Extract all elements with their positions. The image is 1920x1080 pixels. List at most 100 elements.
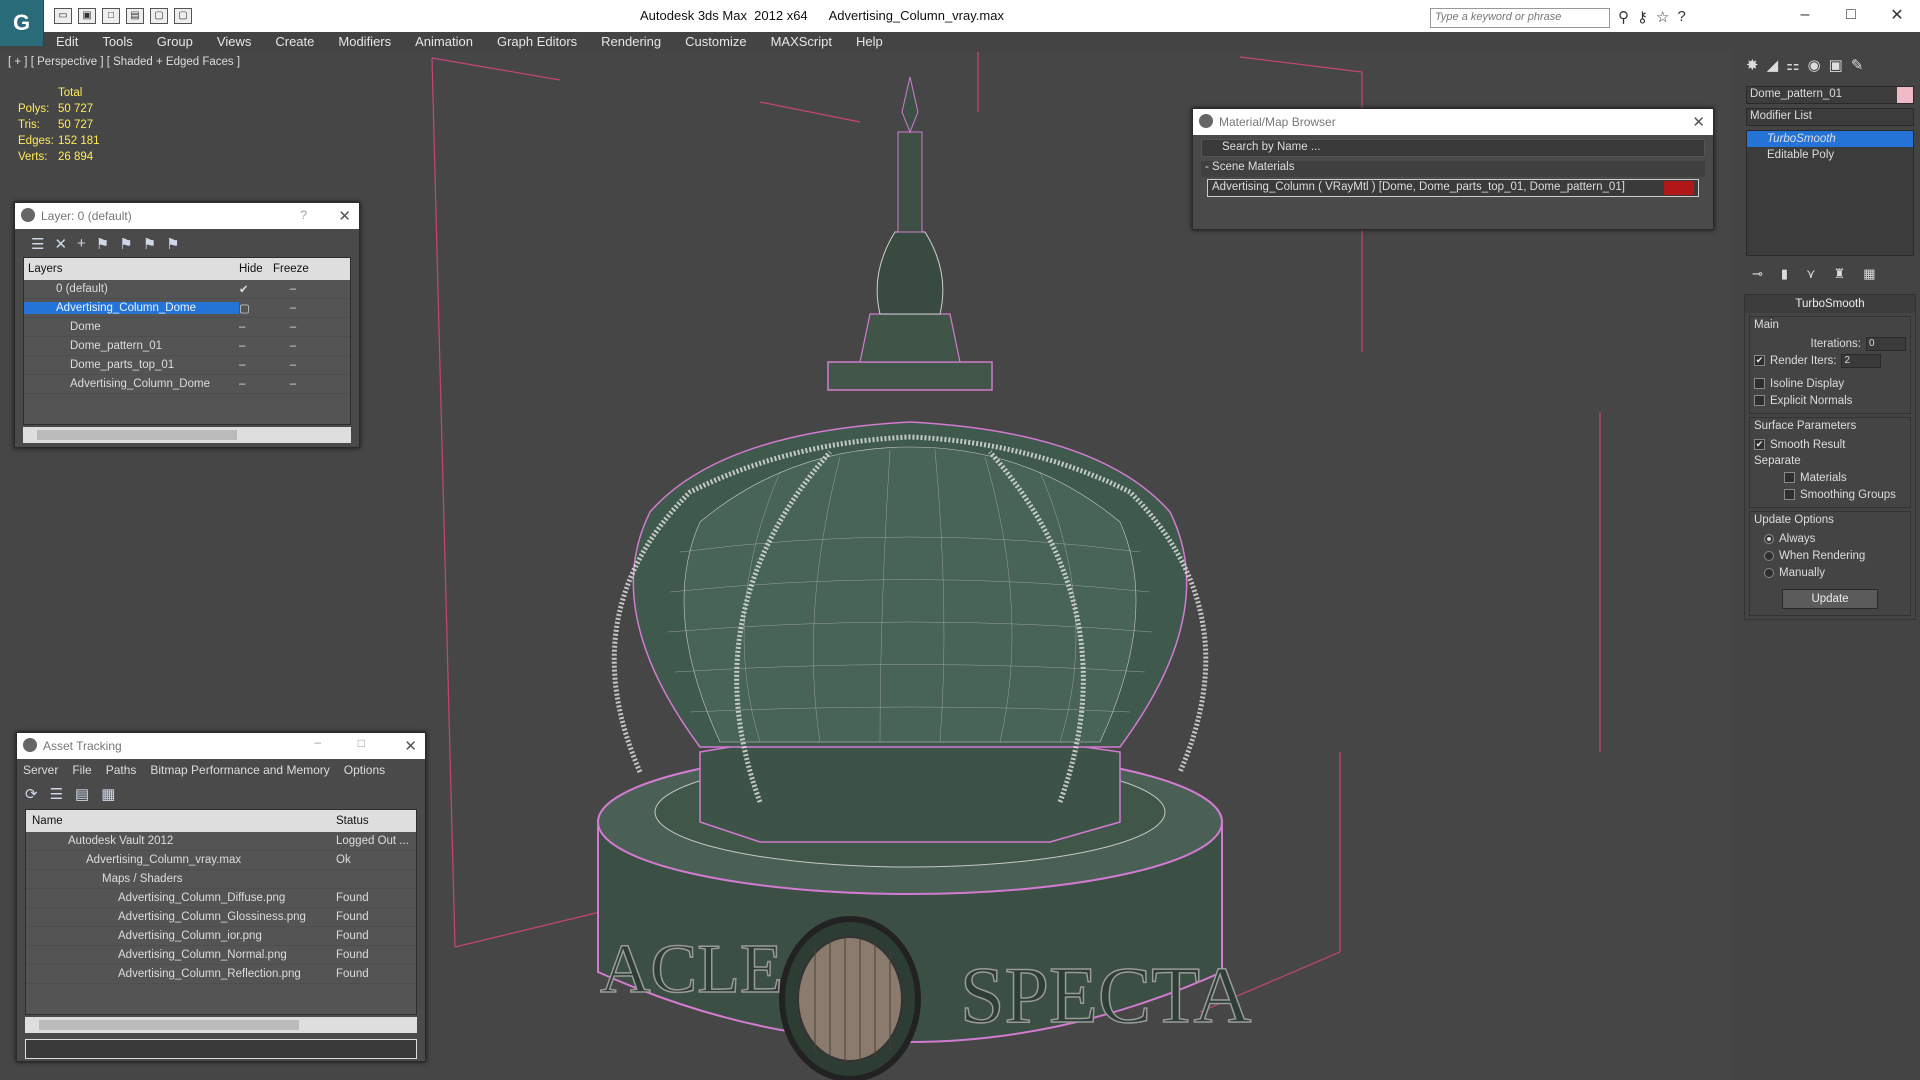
smoothing-groups-checkbox[interactable] <box>1784 489 1795 500</box>
always-radio[interactable] <box>1764 533 1774 544</box>
object-name-field[interactable]: Dome_pattern_01 <box>1746 86 1914 104</box>
manually-radio[interactable] <box>1764 567 1774 578</box>
motion-tab-icon[interactable]: ◉ <box>1808 56 1821 78</box>
asset-row[interactable]: Advertising_Column_Normal.png Found <box>26 946 416 965</box>
hold-icon[interactable]: ▤ <box>126 8 144 24</box>
binoculars-icon[interactable]: ⚲ <box>1618 8 1629 26</box>
search-input[interactable]: Type a keyword or phrase <box>1430 8 1610 28</box>
col-hide[interactable]: Hide <box>239 263 273 275</box>
smooth-result-checkbox[interactable]: ✔ <box>1754 439 1765 450</box>
refresh-icon[interactable]: ⟳ <box>25 785 38 805</box>
materials-checkbox[interactable] <box>1784 472 1795 483</box>
when-rendering-radio[interactable] <box>1764 550 1774 561</box>
maximize-icon[interactable]: □ <box>358 736 365 750</box>
render-iters-checkbox[interactable]: ✔ <box>1754 355 1765 366</box>
remove-modifier-icon[interactable]: ♜ <box>1834 266 1846 281</box>
asset-scrollbar[interactable] <box>25 1017 417 1033</box>
folder-icon[interactable]: ▤ <box>75 785 89 805</box>
object-color-swatch[interactable] <box>1897 87 1913 103</box>
hide-toggle[interactable]: – <box>239 378 273 390</box>
menu-rendering[interactable]: Rendering <box>589 32 673 52</box>
isoline-checkbox[interactable] <box>1754 378 1765 389</box>
check-icon[interactable]: ✔ <box>239 282 273 296</box>
freeze-toggle[interactable]: – <box>273 359 313 371</box>
stack-item-editable-poly[interactable]: Editable Poly <box>1747 147 1913 163</box>
col-freeze[interactable]: Freeze <box>273 263 313 275</box>
hierarchy-tab-icon[interactable]: ⚏ <box>1786 56 1799 78</box>
freeze-toggle[interactable]: – <box>273 321 313 333</box>
asset-row[interactable]: Autodesk Vault 2012 Logged Out ... <box>26 832 416 851</box>
menu-modifiers[interactable]: Modifiers <box>326 32 403 52</box>
create-tab-icon[interactable]: ✸ <box>1746 56 1759 78</box>
freeze-all-icon[interactable]: ⚑ <box>166 235 179 253</box>
help-icon[interactable]: ? <box>300 208 307 222</box>
menu-tools[interactable]: Tools <box>90 32 144 52</box>
freeze-toggle[interactable]: – <box>273 340 313 352</box>
close-icon[interactable]: ✕ <box>1692 113 1705 131</box>
asset-menu-file[interactable]: File <box>72 763 91 777</box>
help-icon[interactable]: ? <box>1677 8 1685 26</box>
asset-row[interactable]: Maps / Shaders <box>26 870 416 889</box>
asset-path-field[interactable] <box>25 1039 417 1059</box>
asset-row[interactable]: Advertising_Column_Diffuse.png Found <box>26 889 416 908</box>
minimize-icon[interactable]: – <box>1782 0 1828 30</box>
asset-row[interactable]: Advertising_Column_vray.max Ok <box>26 851 416 870</box>
menu-help[interactable]: Help <box>844 32 895 52</box>
stack-item-turbosmooth[interactable]: TurboSmooth <box>1747 131 1913 147</box>
utilities-tab-icon[interactable]: ✎ <box>1851 56 1864 78</box>
add-selection-icon[interactable]: + <box>77 235 86 252</box>
hide-toggle[interactable]: – <box>239 321 273 333</box>
grid-icon[interactable]: ▦ <box>101 785 115 805</box>
hide-toggle[interactable]: ▢ <box>239 301 273 315</box>
list-icon[interactable]: ☰ <box>50 785 63 805</box>
maximize-icon[interactable]: □ <box>1828 0 1874 30</box>
menu-maxscript[interactable]: MAXScript <box>759 32 844 52</box>
highlight-layer-icon[interactable]: ⚑ <box>119 235 132 253</box>
scene-materials-section[interactable]: - Scene Materials <box>1201 161 1705 177</box>
new-icon[interactable]: □ <box>102 8 120 24</box>
material-item[interactable]: Advertising_Column ( VRayMtl ) [Dome, Do… <box>1207 179 1699 197</box>
hide-toggle[interactable]: – <box>239 359 273 371</box>
layer-row[interactable]: 0 (default) ✔ – <box>24 280 350 299</box>
close-icon[interactable]: ✕ <box>338 207 351 225</box>
render-iters-spinner[interactable]: 2 <box>1841 353 1882 368</box>
asset-menu-server[interactable]: Server <box>23 763 58 777</box>
minimize-icon[interactable]: – <box>314 735 321 749</box>
asset-row[interactable]: Advertising_Column_Reflection.png Found <box>26 965 416 984</box>
star-icon[interactable]: ☆ <box>1656 8 1669 26</box>
menu-group[interactable]: Group <box>145 32 205 52</box>
close-icon[interactable]: ✕ <box>1874 0 1920 30</box>
asset-menu-paths[interactable]: Paths <box>106 763 137 777</box>
col-status[interactable]: Status <box>336 815 416 827</box>
material-search-input[interactable]: Search by Name ... <box>1201 139 1705 157</box>
create-layer-icon[interactable]: ☰ <box>31 235 44 253</box>
menu-create[interactable]: Create <box>263 32 326 52</box>
viewport-label[interactable]: [ + ] [ Perspective ] [ Shaded + Edged F… <box>8 56 240 68</box>
layer-row[interactable]: Advertising_Column_Dome ▢ – <box>24 299 350 318</box>
modifier-list-dropdown[interactable]: Modifier List <box>1746 108 1914 126</box>
hide-all-icon[interactable]: ⚑ <box>143 235 156 253</box>
select-objects-icon[interactable]: ⚑ <box>96 235 109 253</box>
hide-toggle[interactable]: – <box>239 340 273 352</box>
pin-icon[interactable]: ⊸ <box>1752 266 1763 281</box>
update-button[interactable]: Update <box>1782 589 1878 609</box>
save-icon[interactable]: ▣ <box>78 8 96 24</box>
modify-tab-icon[interactable]: ◢ <box>1767 56 1779 78</box>
freeze-toggle[interactable]: – <box>273 302 313 314</box>
configure-icon[interactable]: ▦ <box>1863 266 1875 281</box>
layer-scrollbar[interactable] <box>23 427 351 443</box>
redo-icon[interactable]: ▢ <box>174 8 192 24</box>
explicit-normals-checkbox[interactable] <box>1754 395 1765 406</box>
menu-customize[interactable]: Customize <box>673 32 758 52</box>
display-tab-icon[interactable]: ▣ <box>1829 56 1843 78</box>
layer-row[interactable]: Dome_pattern_01 – – <box>24 337 350 356</box>
asset-row[interactable]: Advertising_Column_ior.png Found <box>26 927 416 946</box>
menu-graph-editors[interactable]: Graph Editors <box>485 32 589 52</box>
menu-edit[interactable]: Edit <box>44 32 90 52</box>
col-layers[interactable]: Layers <box>24 263 239 275</box>
menu-views[interactable]: Views <box>205 32 263 52</box>
asset-menu-bitmap[interactable]: Bitmap Performance and Memory <box>150 763 329 777</box>
layer-row[interactable]: Dome_parts_top_01 – – <box>24 356 350 375</box>
asset-row[interactable]: Advertising_Column_Glossiness.png Found <box>26 908 416 927</box>
asset-menu-options[interactable]: Options <box>344 763 385 777</box>
